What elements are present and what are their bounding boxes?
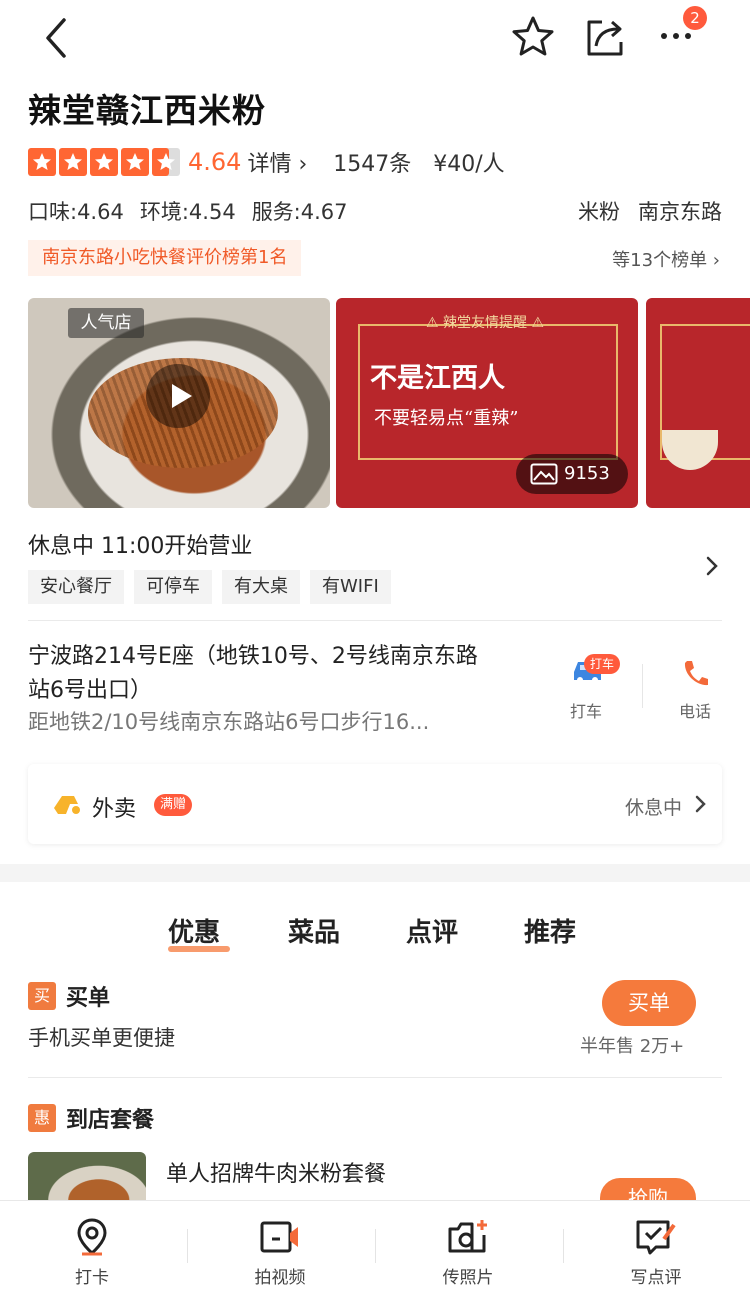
taste-score: 口味:4.64 [28, 200, 124, 224]
star-half-icon [152, 148, 180, 176]
write-review-button[interactable]: 写点评 [596, 1217, 716, 1288]
upload-photo-label: 传照片 [442, 1268, 494, 1288]
shop-name: 辣堂赣江西米粉 [28, 91, 266, 130]
star-full-icon [90, 148, 118, 176]
chevron-right-icon [694, 794, 708, 818]
bottom-action-bar: 打卡 拍视频 传照片 写点评 [0, 1200, 750, 1293]
content-tabs: 优惠 菜品 点评 推荐 [0, 906, 750, 956]
chevron-right-icon[interactable] [704, 555, 720, 581]
photo-carousel[interactable]: 人气店 ⚠ 辣堂友情提醒 ⚠ 不是江西人 不要轻易点“重辣” 9153 [28, 298, 750, 508]
divider [187, 1229, 188, 1263]
takeout-promo-badge: 满赠 [154, 794, 193, 816]
takeout-label: 外卖 [92, 797, 137, 822]
video-thumbnail[interactable]: 人气店 [28, 298, 330, 508]
poster-subline: 不要轻易点“重辣” [374, 408, 519, 429]
tab-recommend[interactable]: 推荐 [524, 912, 576, 949]
review-count[interactable]: 1547条 [333, 146, 411, 178]
category-label[interactable]: 米粉 [578, 196, 620, 226]
feature-tag: 有大桌 [222, 570, 300, 604]
feature-tag: 可停车 [134, 570, 212, 604]
star-full-icon [121, 148, 149, 176]
address-text[interactable]: 宁波路214号E座（地铁10号、2号线南京东路站6号出口） [28, 640, 498, 708]
write-review-icon [636, 1220, 676, 1255]
poster-photo-partial[interactable] [646, 298, 750, 508]
set-meal-image[interactable] [28, 1152, 146, 1200]
set-meal-title: 到店套餐 [66, 1108, 155, 1133]
sub-scores: 口味:4.64 环境:4.54 服务:4.67 [28, 196, 348, 226]
poster-headline: 不是江西人 [370, 363, 505, 394]
pay-bill-subtitle: 手机买单更便捷 [28, 1026, 175, 1050]
divider [563, 1229, 564, 1263]
phone-label[interactable]: 电话 [679, 698, 711, 722]
rating-stars [28, 148, 180, 176]
back-arrow-icon[interactable] [38, 14, 78, 62]
star-outline-icon[interactable] [510, 14, 556, 60]
pay-bill-button[interactable]: 买单 [602, 980, 696, 1026]
category-area: 米粉 南京东路 [578, 196, 722, 226]
star-full-icon [59, 148, 87, 176]
takeout-rider-icon [52, 790, 84, 822]
environment-score: 环境:4.54 [139, 200, 236, 224]
feature-tags: 安心餐厅 可停车 有大桌 有WIFI [28, 570, 391, 604]
subway-distance: 距地铁2/10号线南京东路站6号口步行16... [28, 710, 430, 734]
photo-upload-icon [448, 1220, 487, 1253]
tab-offers[interactable]: 优惠 [168, 912, 220, 949]
takeout-card[interactable]: 外卖 满赠 休息中 [28, 764, 722, 844]
area-label[interactable]: 南京东路 [638, 196, 722, 226]
feature-tag: 安心餐厅 [28, 570, 124, 604]
write-review-label: 写点评 [630, 1268, 682, 1288]
popular-store-tag: 人气店 [68, 308, 144, 338]
tab-reviews[interactable]: 点评 [406, 912, 458, 949]
ranking-tag[interactable]: 南京东路小吃快餐评价榜第1名 [28, 240, 302, 276]
business-hours[interactable]: 休息中 11:00开始营业 [28, 528, 252, 560]
checkin-label: 打卡 [75, 1268, 109, 1288]
feature-tag: 有WIFI [310, 570, 391, 604]
takeout-status: 休息中 [624, 797, 682, 819]
average-price: ¥40/人 [433, 152, 505, 177]
divider [28, 620, 722, 621]
pay-bill-sold: 半年售 2万+ [580, 1036, 685, 1057]
divider [28, 1077, 722, 1078]
pay-bill-icon: 买 [28, 982, 56, 1010]
dish-image [662, 430, 718, 470]
image-icon [530, 463, 558, 485]
top-bar: 2 [0, 0, 750, 80]
star-full-icon [28, 148, 56, 176]
grab-button[interactable]: 抢购 [600, 1178, 696, 1200]
set-meal-item[interactable]: 单人招牌牛肉米粉套餐 [166, 1156, 386, 1188]
location-pin-icon [77, 1218, 107, 1256]
service-score: 服务:4.67 [251, 200, 348, 224]
rating-detail-link[interactable]: 详情 › [247, 146, 307, 178]
video-camera-icon [260, 1221, 298, 1253]
more-rankings-link[interactable]: 等13个榜单 › [612, 246, 720, 272]
share-icon[interactable] [582, 14, 628, 60]
record-video-label: 拍视频 [254, 1268, 306, 1288]
rating-row: 4.64 详情 › 1547条 ¥40/人 [28, 146, 505, 178]
phone-icon[interactable] [680, 658, 710, 694]
taxi-label[interactable]: 打车 [570, 698, 602, 722]
checkin-button[interactable]: 打卡 [32, 1217, 152, 1288]
pay-bill-title: 买单 [66, 986, 111, 1011]
photo-count: 9153 [564, 463, 610, 484]
rating-score: 4.64 [188, 148, 242, 176]
section-gap [0, 864, 750, 882]
poster-warning: ⚠ 辣堂友情提醒 ⚠ [426, 315, 545, 331]
tab-dishes[interactable]: 菜品 [288, 912, 340, 949]
poster-photo[interactable]: ⚠ 辣堂友情提醒 ⚠ 不是江西人 不要轻易点“重辣” 9153 [336, 298, 638, 508]
discount-icon: 惠 [28, 1104, 56, 1132]
upload-photo-button[interactable]: 传照片 [408, 1217, 528, 1288]
photo-count-button[interactable]: 9153 [516, 454, 628, 494]
divider [375, 1229, 376, 1263]
taxi-badge: 打车 [584, 654, 621, 674]
play-icon[interactable] [146, 364, 210, 428]
divider [642, 664, 643, 708]
notification-badge: 2 [683, 6, 707, 30]
record-video-button[interactable]: 拍视频 [220, 1217, 340, 1288]
